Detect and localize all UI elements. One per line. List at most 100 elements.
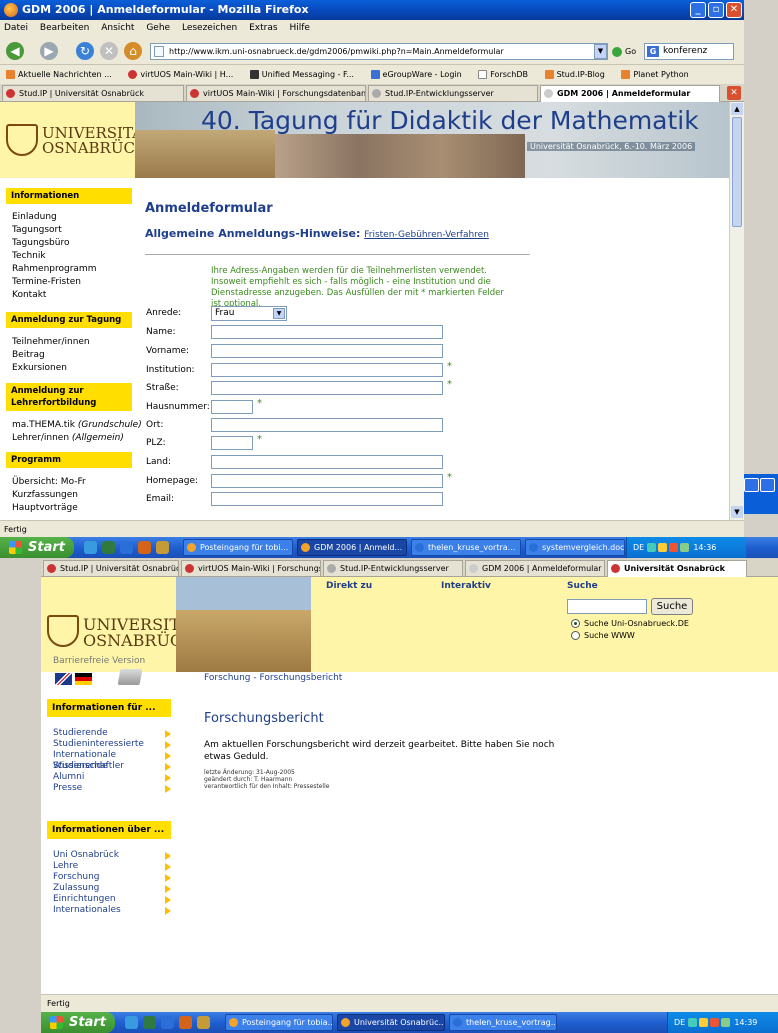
sidebar-link[interactable]: Zulassung [53, 883, 171, 894]
sidebar-link[interactable]: Exkursionen [12, 362, 67, 374]
nav-direkt-zu[interactable]: Direkt zu [326, 581, 372, 591]
land-input[interactable] [211, 455, 443, 469]
sidebar-link[interactable]: Einrichtungen [53, 894, 171, 905]
bookmark-item[interactable]: ForschDB [478, 70, 535, 79]
firefox-icon[interactable] [138, 541, 151, 554]
sidebar-link[interactable]: Uni Osnabrück [53, 850, 171, 861]
bookmark-item[interactable]: virtUOS Main-Wiki | H... [128, 70, 240, 79]
sidebar-link-mathematik[interactable]: ma.THEMA.tik (Grundschule) [12, 419, 142, 431]
stop-icon[interactable]: ✕ [100, 42, 118, 60]
maximize-icon[interactable]: ▫ [708, 2, 724, 18]
start-button[interactable]: Start [41, 1012, 115, 1033]
close-icon[interactable]: ✕ [726, 2, 742, 18]
tab-studip-dev[interactable]: Stud.IP-Entwicklungsserver [323, 560, 463, 576]
institution-input[interactable] [211, 363, 443, 377]
forward-icon[interactable]: ▶ [40, 42, 58, 60]
tab-studip-dev[interactable]: Stud.IP-Entwicklungsserver [368, 85, 538, 101]
printer-icon[interactable] [117, 669, 143, 685]
sidebar-link[interactable]: Lehre [53, 861, 171, 872]
tab-gdm[interactable]: GDM 2006 | Anmeldeformular [465, 560, 605, 576]
task-posteingang[interactable]: Posteingang für tobia... [225, 1014, 333, 1031]
sidebar-link[interactable]: Forschung [53, 872, 171, 883]
sidebar-link[interactable]: Studieninteressierte [53, 739, 171, 750]
task-systemvergleich[interactable]: systemvergleich.doc... [525, 539, 625, 556]
radio-suche-www[interactable]: Suche WWW [571, 631, 635, 641]
quicklaunch-icon[interactable] [125, 1016, 138, 1029]
radio-suche-uos[interactable]: Suche Uni-Osnabrueck.DE [571, 619, 689, 629]
go-button[interactable]: Go [612, 44, 636, 59]
sidebar-link[interactable]: Beitrag [12, 349, 45, 361]
sidebar-link[interactable]: Übersicht: Mo-Fr [12, 476, 86, 488]
home-icon[interactable]: ⌂ [124, 42, 142, 60]
ort-input[interactable] [211, 418, 443, 432]
minimize-icon[interactable] [744, 478, 759, 492]
sidebar-link[interactable]: Presse [53, 783, 171, 794]
sidebar-link[interactable]: Studierende [53, 728, 171, 739]
homepage-input[interactable] [211, 474, 443, 488]
tab-studip[interactable]: Stud.IP | Universität Osnabrück [43, 560, 179, 576]
tab-gdm-anmeldeformular[interactable]: GDM 2006 | Anmeldeformular [540, 85, 720, 102]
task-uni-osnabrueck[interactable]: Universität Osnabrüc... [337, 1014, 445, 1031]
menu-gehe[interactable]: Gehe [146, 23, 170, 33]
sidebar-link[interactable]: Rahmenprogramm [12, 263, 96, 275]
sidebar-link[interactable]: Alumni [53, 772, 171, 783]
menu-extras[interactable]: Extras [249, 23, 277, 33]
quicklaunch-icon[interactable] [84, 541, 97, 554]
thunderbird-icon[interactable] [197, 1016, 210, 1029]
anrede-select[interactable]: Frau ▼ [211, 306, 287, 321]
sidebar-link[interactable]: Teilnehmer/innen [12, 336, 90, 348]
barrierefrei-link[interactable]: Barrierefreie Version [53, 656, 145, 666]
start-button[interactable]: Start [0, 537, 74, 558]
bookmark-item[interactable]: eGroupWare - Login [370, 70, 469, 79]
fristen-link[interactable]: Fristen-Gebühren-Verfahren [364, 230, 489, 240]
ie-icon[interactable] [161, 1016, 174, 1029]
sidebar-link[interactable]: Termine-Fristen [12, 276, 81, 288]
language-indicator[interactable]: DE [633, 543, 644, 552]
minimize-icon[interactable]: _ [690, 2, 706, 18]
scroll-up-icon[interactable]: ▲ [731, 103, 743, 115]
maximize-icon[interactable] [760, 478, 775, 492]
bookmark-item[interactable]: Aktuelle Nachrichten ... [6, 70, 119, 79]
menu-hilfe[interactable]: Hilfe [289, 23, 309, 33]
sidebar-link[interactable]: Hauptvorträge [12, 502, 78, 514]
breadcrumb[interactable]: Forschung - Forschungsbericht [204, 673, 342, 683]
site-search-button[interactable]: Suche [651, 598, 693, 615]
tab-virtuos-wiki[interactable]: virtUOS Main-Wiki | Forschungsd... [181, 560, 321, 576]
ie-icon[interactable] [120, 541, 133, 554]
bookmark-item[interactable]: Stud.IP-Blog [544, 70, 612, 79]
url-input[interactable]: http://www.ikm.uni-osnabrueck.de/gdm2006… [150, 43, 608, 60]
sidebar-link[interactable]: Kurzfassungen [12, 489, 78, 501]
scroll-thumb[interactable] [732, 117, 742, 227]
task-gdm[interactable]: GDM 2006 | Anmeld... [297, 539, 407, 556]
menu-ansicht[interactable]: Ansicht [101, 23, 134, 33]
task-thelen[interactable]: thelen_kruse_vortrag... [449, 1014, 557, 1031]
email-input[interactable] [211, 492, 443, 506]
menu-bearbeiten[interactable]: Bearbeiten [40, 23, 89, 33]
reload-icon[interactable]: ↻ [76, 42, 94, 60]
sidebar-link[interactable]: Tagungsbüro [12, 237, 69, 249]
sidebar-link[interactable]: Wissenschaftler [53, 761, 171, 772]
tab-uni-osnabrueck[interactable]: Universität Osnabrück [607, 560, 747, 577]
english-flag-icon[interactable] [55, 673, 72, 685]
sidebar-link[interactable]: Tagungsort [12, 224, 62, 236]
sidebar-link-lehrer[interactable]: Lehrer/innen (Allgemein) [12, 432, 124, 444]
search-input[interactable]: G konferenz [644, 43, 734, 60]
language-indicator[interactable]: DE [674, 1018, 685, 1027]
nav-interaktiv[interactable]: Interaktiv [441, 581, 491, 591]
menu-datei[interactable]: Datei [4, 23, 28, 33]
bookmark-item[interactable]: Planet Python [621, 70, 695, 79]
tab-studip[interactable]: Stud.IP | Universität Osnabrück [2, 85, 184, 101]
strasse-input[interactable] [211, 381, 443, 395]
sidebar-link[interactable]: Internationales [53, 905, 171, 916]
scroll-down-icon[interactable]: ▼ [731, 506, 743, 518]
site-search-input[interactable] [567, 599, 647, 614]
url-dropdown-icon[interactable]: ▼ [594, 44, 607, 59]
plz-input[interactable] [211, 436, 253, 450]
sidebar-link[interactable]: Technik [12, 250, 46, 262]
thunderbird-icon[interactable] [156, 541, 169, 554]
sidebar-link[interactable]: Kontakt [12, 289, 46, 301]
german-flag-icon[interactable] [75, 673, 92, 685]
firefox-icon[interactable] [179, 1016, 192, 1029]
task-thelen[interactable]: thelen_kruse_vortra... [411, 539, 521, 556]
show-desktop-icon[interactable] [102, 541, 115, 554]
